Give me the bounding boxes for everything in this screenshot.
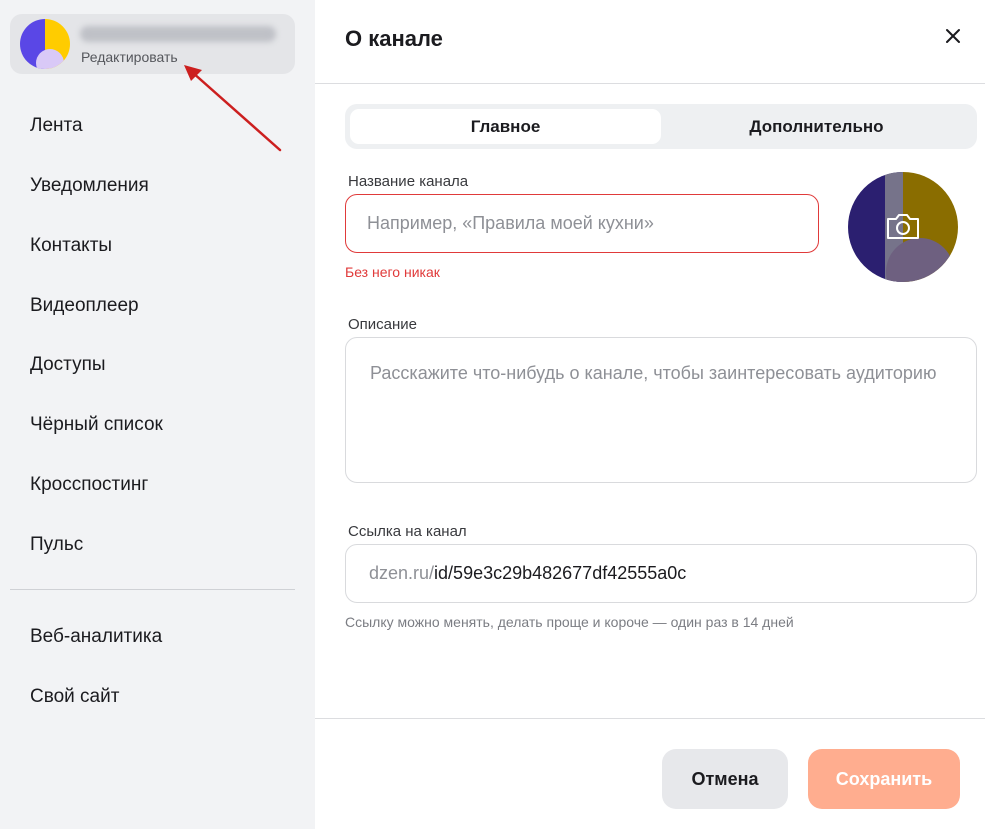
close-icon[interactable] <box>939 22 967 50</box>
channel-link-label: Ссылка на канал <box>348 523 467 540</box>
sidebar-item-access[interactable]: Доступы <box>30 354 106 376</box>
header-divider <box>315 83 985 84</box>
save-button[interactable]: Сохранить <box>808 749 960 809</box>
tab-switcher: Главное Дополнительно <box>345 104 977 149</box>
sidebar-item-blacklist[interactable]: Чёрный список <box>30 414 163 436</box>
sidebar-item-pulse[interactable]: Пульс <box>30 534 83 556</box>
annotation-arrow <box>184 65 282 152</box>
sidebar-item-video-player[interactable]: Видеоплеер <box>30 295 139 317</box>
channel-profile-card[interactable]: Редактировать <box>10 14 295 74</box>
tab-additional[interactable]: Дополнительно <box>661 109 972 144</box>
about-channel-modal: О канале Главное Дополнительно Название … <box>315 0 985 829</box>
channel-name-error: Без него никак <box>345 264 440 280</box>
channel-name-input[interactable] <box>345 194 819 253</box>
channel-avatar <box>20 19 70 69</box>
channel-name-blurred <box>80 26 276 42</box>
link-value: id/59e3c29b482677df42555a0c <box>434 563 687 583</box>
modal-title: О канале <box>345 26 443 51</box>
cancel-button[interactable]: Отмена <box>662 749 788 809</box>
description-label: Описание <box>348 316 418 333</box>
sidebar-item-own-site[interactable]: Свой сайт <box>30 686 119 708</box>
channel-name-label: Название канала <box>348 173 469 190</box>
link-domain-prefix: dzen.ru/ <box>369 563 435 583</box>
channel-cover-upload[interactable] <box>848 172 958 282</box>
tab-main[interactable]: Главное <box>350 109 661 144</box>
channel-link-input[interactable]: dzen.ru/id/59e3c29b482677df42555a0c <box>345 544 977 603</box>
sidebar-item-web-analytics[interactable]: Веб-аналитика <box>30 626 162 648</box>
sidebar-item-contacts[interactable]: Контакты <box>30 235 112 257</box>
footer-divider <box>315 718 985 719</box>
sidebar-item-crossposting[interactable]: Кросспостинг <box>30 474 148 496</box>
sidebar-divider <box>10 589 295 590</box>
description-textarea[interactable] <box>345 337 977 483</box>
sidebar-item-feed[interactable]: Лента <box>30 115 83 137</box>
camera-icon <box>887 214 919 239</box>
sidebar-item-notifications[interactable]: Уведомления <box>30 175 149 197</box>
link-hint: Ссылку можно менять, делать проще и коро… <box>345 614 794 630</box>
settings-sidebar: Редактировать Лента Уведомления Контакты… <box>0 0 315 829</box>
edit-profile-link[interactable]: Редактировать <box>81 49 178 65</box>
